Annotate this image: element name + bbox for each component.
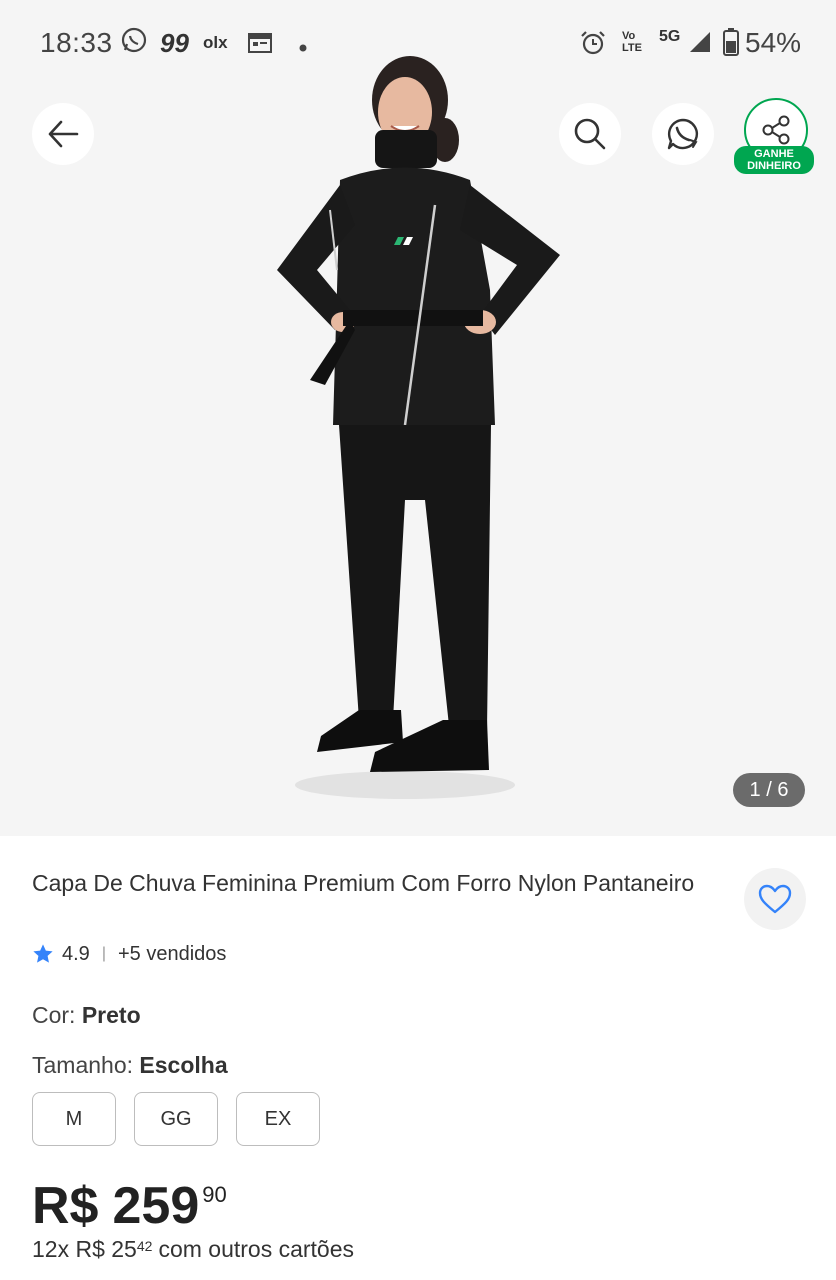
earn-money-badge: GANHE DINHEIRO [734, 146, 814, 174]
price-cents: 90 [202, 1182, 227, 1207]
app-99-icon: 99 [160, 28, 189, 58]
size-selector: M GG EX [32, 1092, 338, 1146]
size-value: Escolha [139, 1052, 228, 1078]
olx-icon: olx [203, 33, 228, 52]
product-details: Capa De Chuva Feminina Premium Com Forro… [0, 836, 836, 1280]
heart-icon [758, 884, 792, 914]
volte-lte-label: LTE [622, 42, 642, 54]
search-button[interactable] [559, 103, 621, 165]
signal-strength-icon [688, 30, 712, 59]
rating-score: 4.9 [62, 942, 90, 965]
installments-prefix: 12x R$ 25 [32, 1236, 137, 1262]
size-button-ex[interactable]: EX [236, 1092, 320, 1146]
volte-icon: Vo LTE [622, 30, 642, 54]
color-option: Cor: Preto [32, 1002, 141, 1029]
favorite-button[interactable] [744, 868, 806, 930]
arrow-left-icon [48, 120, 79, 148]
product-photo [277, 56, 560, 799]
installments-cents: 42 [136, 1238, 153, 1254]
whatsapp-notification-icon [120, 26, 148, 59]
back-button[interactable] [32, 103, 94, 165]
sold-count: +5 vendidos [117, 942, 227, 965]
product-image-gallery[interactable]: 18:33 99 olx Vo LTE 5G 54% GANHE DINHEIR… [0, 0, 836, 836]
rating-row[interactable]: 4.9 | +5 vendidos [32, 940, 226, 968]
whatsapp-icon [667, 118, 698, 150]
size-label: Tamanho: [32, 1052, 134, 1078]
network-5g-label: 5G [659, 28, 681, 45]
color-value: Preto [81, 1002, 141, 1028]
rating-separator: | [101, 945, 106, 962]
product-title: Capa De Chuva Feminina Premium Com Forro… [32, 870, 695, 896]
status-time: 18:33 [40, 27, 113, 58]
installments[interactable]: 12x R$ 25 42 com outros cartões [32, 1236, 354, 1263]
star-icon [33, 944, 53, 963]
image-counter: 1 / 6 [733, 773, 805, 807]
share-earn-button[interactable]: GANHE DINHEIRO [734, 98, 818, 178]
search-icon [574, 118, 606, 150]
share-icon [762, 115, 790, 145]
size-option: Tamanho: Escolha [32, 1052, 228, 1079]
battery-percentage: 54% [745, 27, 802, 58]
battery-icon [723, 28, 739, 61]
installments-suffix: com outros cartões [158, 1236, 355, 1262]
price: R$ 259 90 [32, 1176, 227, 1236]
whatsapp-share-button[interactable] [652, 103, 714, 165]
size-button-m[interactable]: M [32, 1092, 116, 1146]
size-button-gg[interactable]: GG [134, 1092, 218, 1146]
color-label: Cor: [32, 1002, 76, 1028]
price-integer: 259 [112, 1177, 200, 1235]
volte-vo-label: Vo [622, 30, 636, 42]
price-currency: R$ [32, 1177, 99, 1235]
